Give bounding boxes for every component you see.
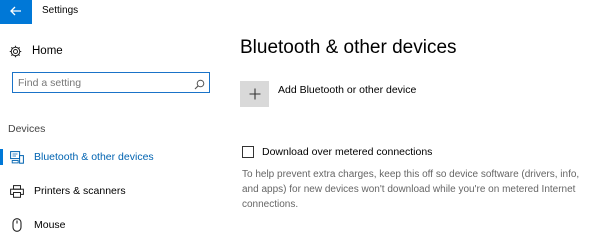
printer-icon	[10, 184, 24, 198]
search-input[interactable]	[13, 73, 188, 92]
sidebar-item-home[interactable]: Home	[8, 42, 63, 60]
metered-checkbox-row[interactable]: Download over metered connections	[242, 146, 432, 158]
add-device-label: Add Bluetooth or other device	[278, 84, 417, 96]
sidebar-item-label: Bluetooth & other devices	[34, 151, 154, 163]
back-arrow-icon	[10, 3, 22, 21]
mouse-icon	[10, 218, 24, 232]
metered-checkbox[interactable]	[242, 146, 254, 158]
settings-window: Settings Home Devices	[0, 0, 600, 247]
sidebar-home-label: Home	[32, 45, 63, 57]
gear-icon	[8, 44, 22, 58]
window-title: Settings	[42, 5, 79, 16]
page-title: Bluetooth & other devices	[240, 37, 457, 58]
sidebar-item-label: Printers & scanners	[34, 185, 126, 197]
plus-icon	[240, 81, 269, 107]
sidebar: Home Devices Bluetooth	[0, 24, 228, 247]
search-icon[interactable]	[194, 77, 205, 90]
section-label-devices: Devices	[8, 123, 46, 135]
metered-help-text: To help prevent extra charges, keep this…	[242, 169, 580, 210]
add-device-button[interactable]: Add Bluetooth or other device	[240, 81, 416, 107]
sidebar-item-label: Mouse	[34, 219, 66, 231]
search-box[interactable]	[12, 72, 210, 93]
title-bar: Settings	[0, 0, 600, 24]
sidebar-item-mouse[interactable]: Mouse	[0, 214, 228, 236]
sidebar-item-bluetooth[interactable]: Bluetooth & other devices	[0, 146, 228, 168]
metered-label: Download over metered connections	[262, 146, 433, 158]
main-pane: Bluetooth & other devices Add Bluetooth …	[240, 24, 590, 247]
back-button[interactable]	[0, 0, 32, 24]
bluetooth-devices-icon	[10, 150, 24, 164]
active-indicator	[0, 149, 3, 165]
sidebar-item-printers[interactable]: Printers & scanners	[0, 180, 228, 202]
